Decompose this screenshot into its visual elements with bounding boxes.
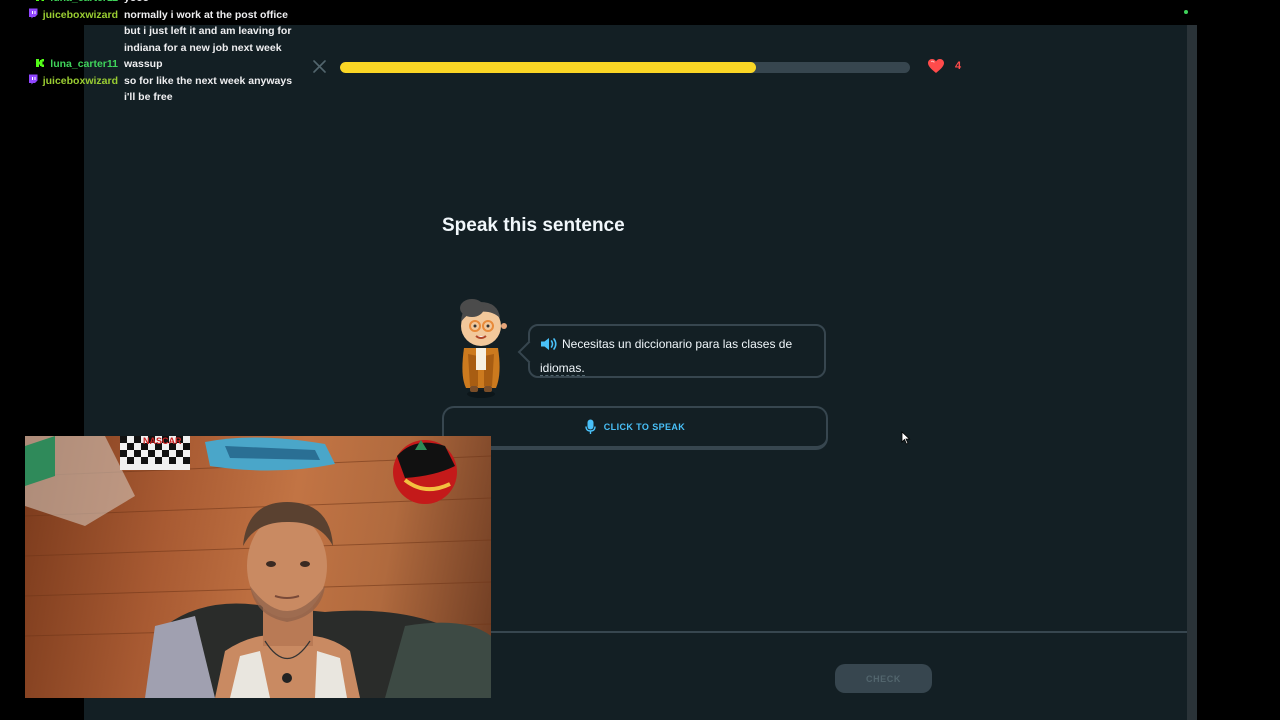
chat-username[interactable]: luna_carter11	[50, 58, 118, 70]
challenge-title: Speak this sentence	[442, 215, 625, 236]
speaker-icon	[541, 338, 557, 350]
chat-text: normally i work at the post office but i…	[124, 8, 292, 54]
chat-username[interactable]: juiceboxwizard	[43, 9, 118, 21]
svg-text:NASCAR: NASCAR	[143, 436, 182, 446]
close-icon	[312, 60, 326, 73]
lily-character-illustration	[460, 299, 507, 398]
sentence-line-1[interactable]: Necesitas un diccionario para las clases…	[562, 337, 792, 351]
prompt-speech-bubble: Necesitas un diccionario para las clases…	[528, 324, 826, 378]
checkered-flag: NASCAR	[120, 436, 190, 470]
live-indicator	[1184, 10, 1188, 14]
heart-icon	[928, 59, 944, 73]
webcam-overlay: NASCAR	[25, 436, 491, 698]
check-button[interactable]: CHECK	[835, 664, 932, 693]
chat-username[interactable]: juiceboxwizard	[43, 75, 118, 87]
webcam-scene: NASCAR	[25, 436, 491, 698]
streamer-person	[215, 502, 360, 698]
chat-username[interactable]: luna_carter11	[50, 0, 118, 4]
chat-message: juiceboxwizard so for like the next week…	[0, 73, 300, 106]
twitch-badge-icon	[28, 74, 38, 84]
play-audio-button[interactable]	[540, 337, 558, 358]
stream-chat-overlay: luna_carter11 yooo juiceboxwizard normal…	[0, 0, 300, 106]
twitch-badge-icon	[28, 8, 38, 18]
scrollbar-track[interactable]	[1187, 25, 1197, 720]
progress-fill	[340, 62, 757, 73]
lesson-progress-bar	[340, 62, 910, 73]
chat-message: luna_carter11 wassup	[0, 56, 300, 73]
microphone-icon	[585, 419, 596, 434]
hearts-counter[interactable]: 4	[927, 58, 961, 74]
chat-text: so for like the next week anyways i'll b…	[124, 74, 293, 104]
kick-badge-icon	[36, 59, 45, 67]
chat-message: juiceboxwizard normally i work at the po…	[0, 7, 300, 57]
mouse-cursor-icon	[901, 431, 911, 445]
hearts-count: 4	[955, 60, 962, 72]
sentence-line-2[interactable]: idiomas.	[540, 361, 585, 376]
hockey-logo-sticker	[393, 440, 457, 504]
click-to-speak-button[interactable]: CLICK TO SPEAK	[442, 406, 828, 450]
click-to-speak-label: CLICK TO SPEAK	[603, 422, 686, 432]
chat-text: yooo	[124, 0, 149, 4]
chat-text: wassup	[124, 58, 163, 70]
kick-badge-icon	[36, 0, 45, 1]
close-lesson-button[interactable]	[312, 60, 326, 74]
